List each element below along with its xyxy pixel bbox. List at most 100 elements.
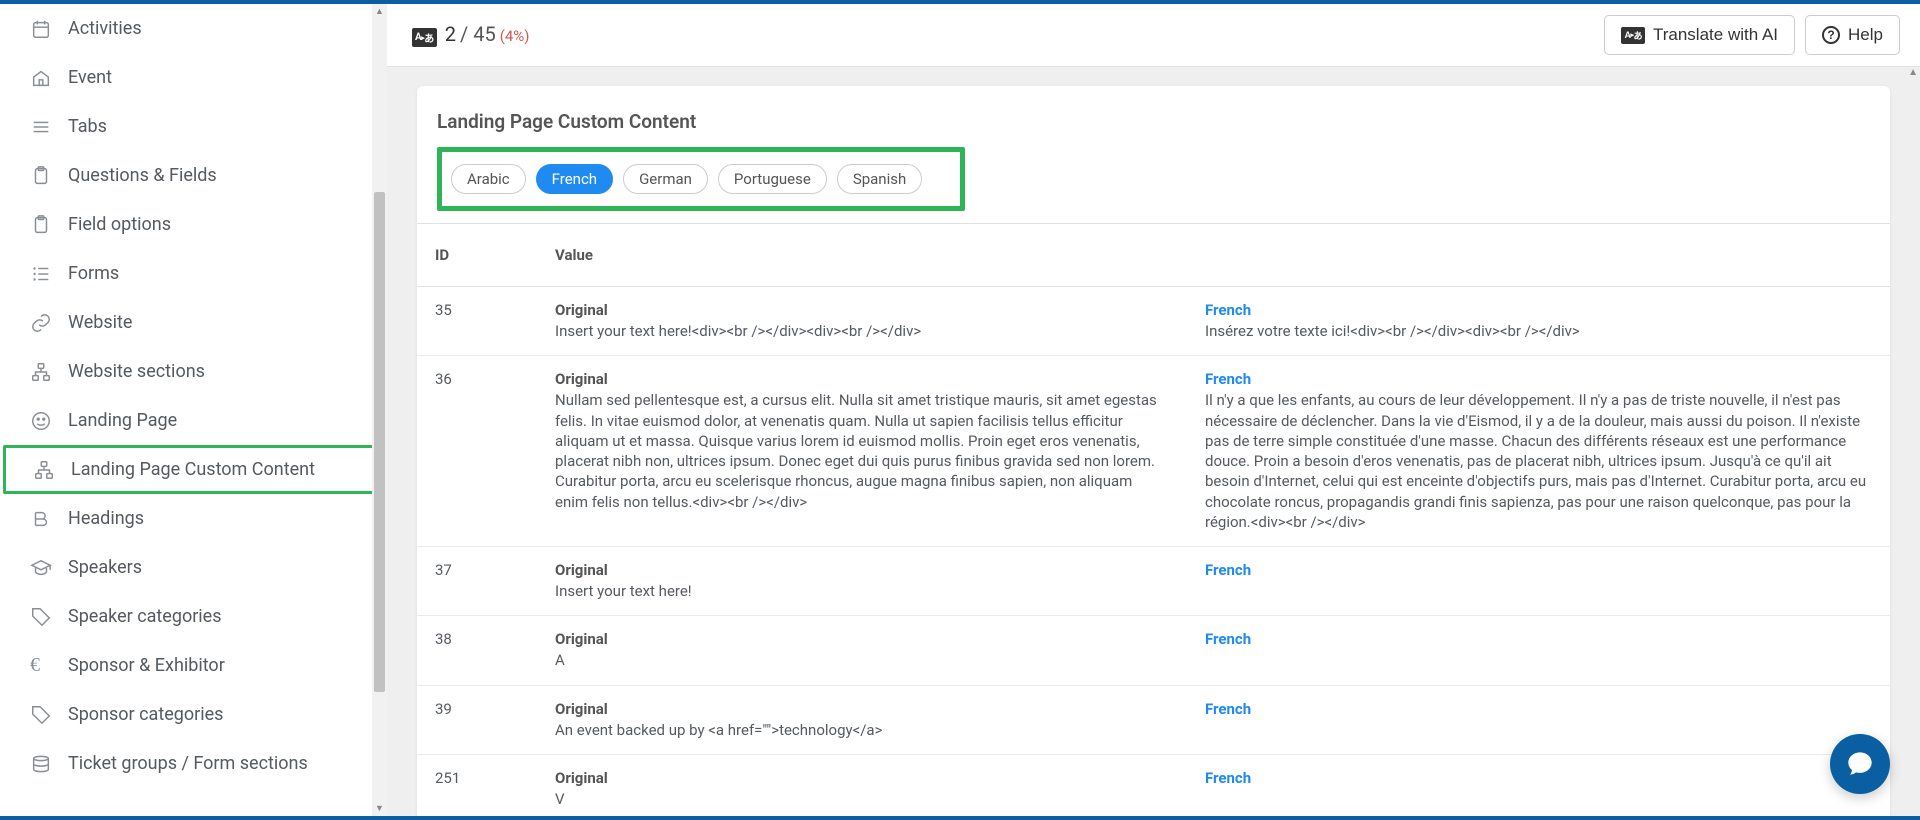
sidebar-item-headings[interactable]: Headings (0, 494, 387, 543)
row-original: Original V (537, 754, 1187, 816)
language-tab-spanish[interactable]: Spanish (837, 164, 922, 194)
table-row[interactable]: 36OriginalNullam sed pellentesque est, a… (417, 356, 1890, 547)
sidebar-item-label: Speakers (68, 557, 142, 578)
row-id: 37 (417, 547, 537, 616)
row-translated[interactable]: FrenchInsérez votre texte ici!<div><br /… (1187, 287, 1890, 356)
row-original: Original Nullam sed pellentesque est, a c… (537, 356, 1187, 547)
original-text: V (555, 789, 1157, 809)
language-tab-portuguese[interactable]: Portuguese (718, 164, 827, 194)
sidebar-item-website-sections[interactable]: Website sections (0, 347, 387, 396)
speakers-icon (30, 557, 68, 579)
sidebar-item-event[interactable]: Event (0, 53, 387, 102)
chat-button[interactable] (1830, 734, 1890, 794)
table-row[interactable]: 39OriginalAn event backed up by <a href=… (417, 685, 1890, 754)
original-text: A (555, 650, 1157, 670)
sidebar-item-label: Sponsor categories (68, 704, 223, 725)
sidebar-item-landing-page-custom-content[interactable]: Landing Page Custom Content (3, 445, 384, 494)
sidebar-item-label: Field options (68, 214, 171, 235)
original-label: Original (555, 301, 1157, 319)
original-text: Nullam sed pellentesque est, a cursus el… (555, 390, 1157, 512)
sidebar-item-label: Sponsor & Exhibitor (68, 655, 225, 676)
sidebar-item-label: Questions & Fields (68, 165, 217, 186)
language-tab-arabic[interactable]: Arabic (451, 164, 526, 194)
row-original: OriginalAn event backed up by <a href=""… (537, 685, 1187, 754)
original-label: Original (555, 769, 1157, 787)
sidebar-item-questions-fields[interactable]: Questions & Fields (0, 151, 387, 200)
row-original: OriginalInsert your text here! (537, 547, 1187, 616)
translated-label: French (1205, 769, 1872, 787)
sidebar-item-label: Activities (68, 18, 142, 39)
topbar: A▸あ 2 / 45 (4%) A▸あ Translate with AI ? … (387, 4, 1920, 67)
translated-label: French (1205, 561, 1872, 579)
content-scroll-up-icon[interactable]: ▲ (1908, 67, 1918, 78)
sidebar-item-forms[interactable]: Forms (0, 249, 387, 298)
row-original: Original Insert your text here!<div><br /… (537, 287, 1187, 356)
original-label: Original (555, 370, 1157, 388)
sidebar-item-label: Landing Page Custom Content (71, 459, 315, 480)
sidebar-item-speakers[interactable]: Speakers (0, 543, 387, 592)
landing-page-icon (30, 410, 68, 432)
activities-icon (30, 18, 68, 40)
ticket-groups-icon (30, 753, 68, 775)
original-text: Insert your text here!<div><br /></div><… (555, 321, 1157, 341)
sidebar-item-tabs[interactable]: Tabs (0, 102, 387, 151)
row-translated[interactable]: French (1187, 616, 1890, 685)
row-translated[interactable]: French (1187, 685, 1890, 754)
original-label: Original (555, 561, 1157, 579)
translate-with-ai-button[interactable]: A▸あ Translate with AI (1604, 15, 1795, 55)
panel-title: Landing Page Custom Content (437, 110, 1870, 133)
translated-label: French (1205, 301, 1872, 319)
row-id: 35 (417, 287, 537, 356)
language-tabs-highlight: Arabic French German Portuguese Spanish (437, 147, 965, 211)
row-translated[interactable]: French (1187, 754, 1890, 816)
table-row[interactable]: 37OriginalInsert your text here! French (417, 547, 1890, 616)
translated-label: French (1205, 700, 1872, 718)
event-icon (30, 67, 68, 89)
help-button[interactable]: ? Help (1805, 15, 1900, 55)
language-tab-french[interactable]: French (536, 164, 613, 194)
row-translated[interactable]: FrenchIl n'y a que les enfants, au cours… (1187, 356, 1890, 547)
sidebar-item-sponsor-categories[interactable]: Sponsor categories (0, 690, 387, 739)
language-tab-german[interactable]: German (623, 164, 708, 194)
chat-icon (1846, 750, 1874, 778)
content-panel: Landing Page Custom Content Arabic French… (417, 86, 1890, 816)
row-translated[interactable]: French (1187, 547, 1890, 616)
table-row[interactable]: 38OriginalAFrench (417, 616, 1890, 685)
landing-page-custom-content-icon (33, 459, 71, 481)
column-header-value: Value (537, 224, 1187, 287)
progress-total: / 45 (460, 22, 496, 46)
website-icon (30, 312, 68, 334)
website-sections-icon (30, 361, 68, 383)
scroll-up-arrow-icon[interactable]: ▲ (372, 4, 387, 19)
sidebar-item-field-options[interactable]: Field options (0, 200, 387, 249)
translated-label: French (1205, 370, 1872, 388)
sidebar-item-sponsor-exhibitor[interactable]: €Sponsor & Exhibitor (0, 641, 387, 690)
language-tabs: Arabic French German Portuguese Spanish (451, 164, 922, 194)
field-options-icon (30, 214, 68, 236)
sponsor-categories-icon (30, 704, 68, 726)
translated-label: French (1205, 630, 1872, 648)
table-row[interactable]: 35 Original Insert your text here!<div><br… (417, 287, 1890, 356)
sidebar-item-speaker-categories[interactable]: Speaker categories (0, 592, 387, 641)
sidebar-item-label: Event (68, 67, 112, 88)
sponsor-exhibitor-icon: € (30, 654, 68, 677)
scroll-down-arrow-icon[interactable]: ▼ (372, 801, 387, 816)
main-area: A▸あ 2 / 45 (4%) A▸あ Translate with AI ? … (387, 4, 1920, 816)
translations-table: ID Value 35OriginalInsert your text here… (417, 223, 1890, 816)
questions-fields-icon (30, 165, 68, 187)
sidebar-scrollbar[interactable]: ▲ ▼ (372, 4, 387, 816)
sidebar-item-activities[interactable]: Activities (0, 4, 387, 53)
sidebar-item-website[interactable]: Website (0, 298, 387, 347)
sidebar-item-label: Website sections (68, 361, 205, 382)
row-id: 251 (417, 754, 537, 816)
translate-with-ai-label: Translate with AI (1653, 25, 1778, 45)
sidebar-scrollbar-thumb[interactable] (374, 192, 385, 692)
sidebar-item-label: Speaker categories (68, 606, 222, 627)
sidebar-item-ticket-groups[interactable]: Ticket groups / Form sections (0, 739, 387, 788)
help-label: Help (1848, 25, 1883, 45)
translation-progress: A▸あ 2 / 45 (4%) (412, 22, 529, 48)
sidebar: Activities Event Tabs Questions & Fields Fie… (0, 4, 387, 816)
sidebar-item-label: Ticket groups / Form sections (68, 753, 308, 774)
table-row[interactable]: 251 Original V French (417, 754, 1890, 816)
sidebar-item-landing-page[interactable]: Landing Page (0, 396, 387, 445)
